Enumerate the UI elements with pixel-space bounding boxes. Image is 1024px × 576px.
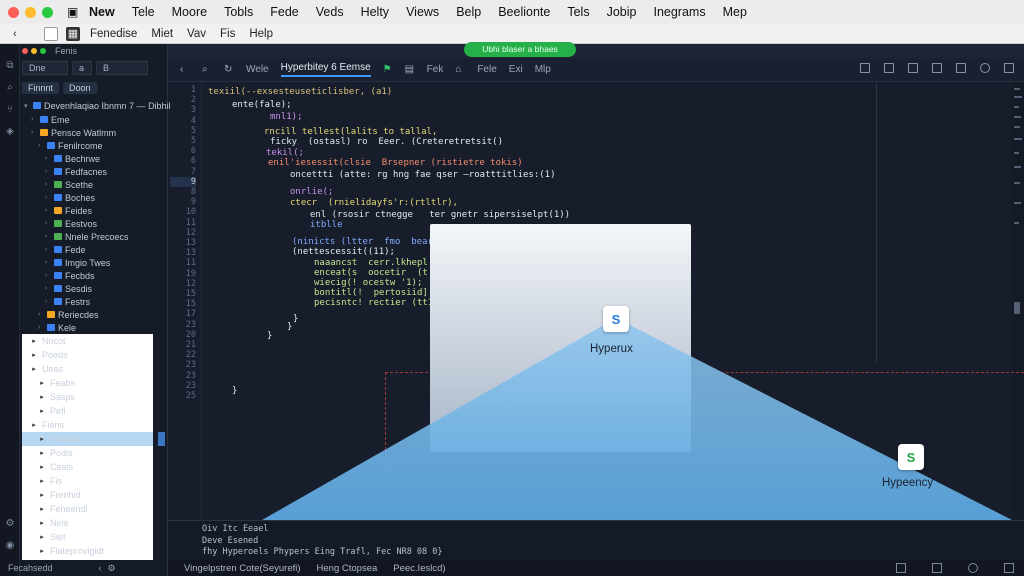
hyperux-node-icon: S [611,311,621,327]
hyperux-label: Hyperux [590,343,633,355]
layout-icon[interactable] [896,563,906,573]
status-item[interactable]: Peec.Ieslcd) [393,563,445,574]
bell-icon[interactable] [1004,563,1014,573]
beam-shape [262,318,1012,520]
sync-icon[interactable] [968,563,978,573]
hypeency-node[interactable]: S [898,444,924,470]
terminal-line: Oiv Itc Eeael [202,524,269,534]
terminal-line: fhy Hyperoels Phypers Eing Trafl, Fec NR… [202,547,443,557]
status-item[interactable]: Heng Ctopsea [317,563,378,574]
terminal-panel[interactable]: Oiv Itc Eeael Deve Esened fhy Hyperoels … [168,520,1024,560]
hypeency-node-icon: S [906,449,916,465]
terminal-line: Deve Esened [202,536,259,546]
hypeency-label: Hypeency [882,477,934,489]
hyperux-node[interactable]: S [603,306,629,332]
status-actions [896,563,1014,573]
status-item[interactable]: Vingelpstren Cote(Seyurefi) [184,563,301,574]
status-bar: Vingelpstren Cote(Seyurefi) Heng Ctopsea… [168,560,1024,576]
panel-icon[interactable] [932,563,942,573]
connection-diagram [262,318,1012,520]
